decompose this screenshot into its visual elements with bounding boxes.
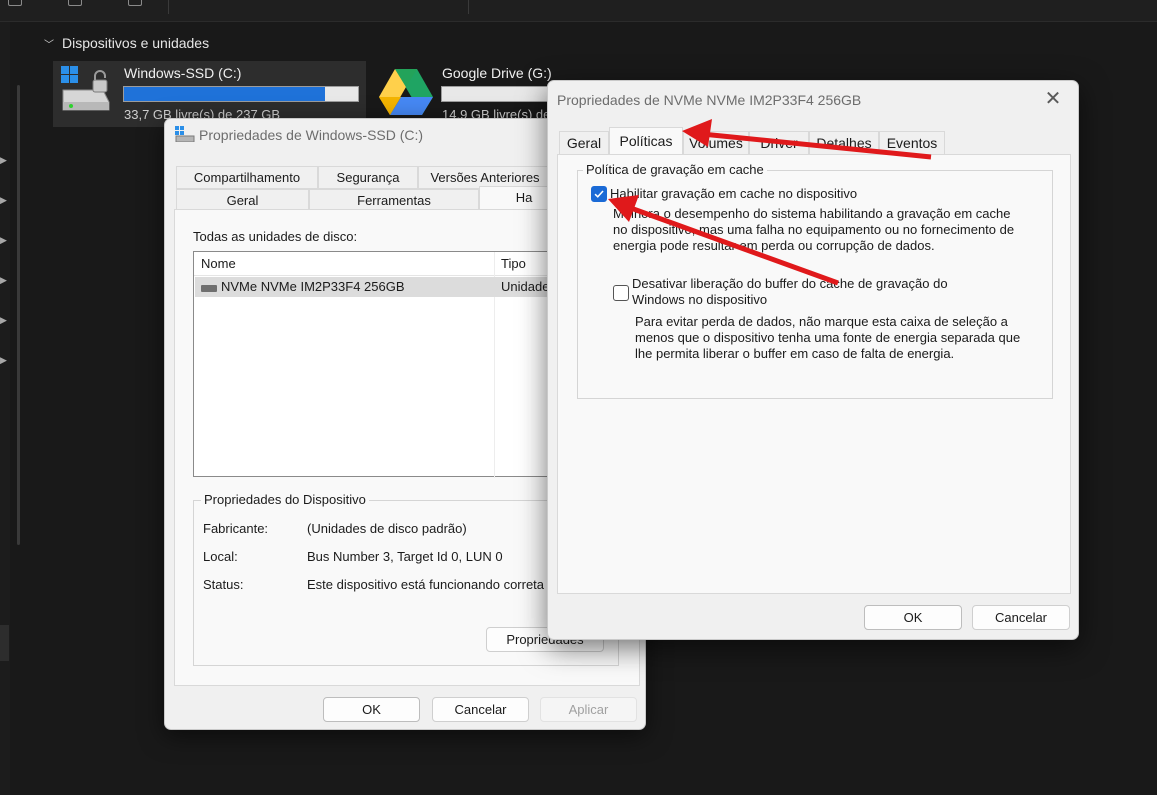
dialog-title: Propriedades de Windows-SSD (C:) xyxy=(199,127,424,143)
enable-write-cache-label[interactable]: Habilitar gravação em cache no dispositi… xyxy=(610,186,857,201)
drive-name: Windows-SSD (C:) xyxy=(124,65,242,81)
apply-button[interactable]: Aplicar xyxy=(540,697,637,722)
tab-seguranca[interactable]: Segurança xyxy=(318,166,418,189)
enable-write-cache-description: Melhora o desempenho do sistema habilita… xyxy=(613,206,1014,254)
description-line: menos que o dispositivo tenha uma fonte … xyxy=(635,330,1021,345)
tab-driver[interactable]: Driver xyxy=(749,131,809,155)
system-drive-icon xyxy=(61,66,110,111)
toolbar-checkbox-icon[interactable] xyxy=(68,0,82,6)
ok-button[interactable]: OK xyxy=(323,697,420,722)
group-title: Política de gravação em cache xyxy=(583,162,767,177)
chevron-right-icon[interactable]: ▶ xyxy=(0,195,7,206)
tab-detalhes[interactable]: Detalhes xyxy=(809,131,879,155)
drive-usage-bar xyxy=(123,86,359,102)
location-key: Local: xyxy=(203,549,238,564)
disk-type: Unidade xyxy=(501,279,550,294)
label-line: Windows no dispositivo xyxy=(632,292,768,307)
cancel-button[interactable]: Cancelar xyxy=(432,697,529,722)
nvme-properties-dialog: Propriedades de NVMe NVMe IM2P33F4 256GB… xyxy=(547,80,1079,640)
column-header-name[interactable]: Nome xyxy=(201,256,236,271)
location-value: Bus Number 3, Target Id 0, LUN 0 xyxy=(307,549,503,564)
nav-selected-item[interactable] xyxy=(0,625,9,661)
drive-usage-fill xyxy=(124,87,326,101)
description-line: Para evitar perda de dados, não marque e… xyxy=(635,314,1008,329)
enable-write-cache-checkbox[interactable] xyxy=(591,186,607,202)
tab-geral[interactable]: Geral xyxy=(559,131,609,155)
chevron-right-icon[interactable]: ▶ xyxy=(0,355,7,366)
chevron-right-icon[interactable]: ▶ xyxy=(0,275,7,286)
manufacturer-key: Fabricante: xyxy=(203,521,269,536)
drive-icon xyxy=(175,126,195,142)
close-icon[interactable]: ✕ xyxy=(1042,88,1064,110)
tab-compartilhamento[interactable]: Compartilhamento xyxy=(176,166,318,189)
description-line: no dispositivo, mas uma falha no equipam… xyxy=(613,222,1015,237)
tab-politicas[interactable]: Políticas xyxy=(609,127,683,155)
disable-buffer-flush-label[interactable]: Desativar liberação do buffer do cache d… xyxy=(632,276,948,308)
toolbar-checkbox-icon[interactable] xyxy=(128,0,142,6)
disable-buffer-flush-checkbox[interactable] xyxy=(613,285,629,301)
explorer-toolbar xyxy=(0,0,1157,22)
label-line: Desativar liberação do buffer do cache d… xyxy=(632,276,948,291)
status-key: Status: xyxy=(203,577,244,592)
tab-eventos[interactable]: Eventos xyxy=(879,131,945,155)
description-line: energia pode resultar em perda ou corrup… xyxy=(613,238,935,253)
description-line: lhe permita liberar o buffer em caso de … xyxy=(635,346,955,361)
chevron-right-icon[interactable]: ▶ xyxy=(0,155,7,166)
tab-page-politicas: Política de gravação em cache Habilitar … xyxy=(557,154,1071,594)
toolbar-icon[interactable] xyxy=(8,0,22,6)
cancel-button[interactable]: Cancelar xyxy=(972,605,1070,630)
checkmark-icon xyxy=(594,190,604,198)
navigation-pane: ▶ ▶ ▶ ▶ ▶ ▶ xyxy=(0,22,10,795)
toolbar-divider xyxy=(468,0,469,14)
description-line: Melhora o desempenho do sistema habilita… xyxy=(613,206,1011,221)
write-cache-policy-group: Política de gravação em cache Habilitar … xyxy=(577,162,1053,399)
all-disks-label: Todas as unidades de disco: xyxy=(193,229,358,244)
column-header-type[interactable]: Tipo xyxy=(501,256,526,271)
section-header[interactable]: ﹀ Dispositivos e unidades xyxy=(44,35,209,51)
section-title: Dispositivos e unidades xyxy=(62,35,210,51)
toolbar-divider xyxy=(168,0,169,14)
chevron-down-icon: ﹀ xyxy=(44,39,54,51)
group-title: Propriedades do Dispositivo xyxy=(201,492,369,507)
list-header: Nome Tipo xyxy=(194,252,552,276)
tab-volumes[interactable]: Volumes xyxy=(683,131,749,155)
chevron-right-icon[interactable]: ▶ xyxy=(0,315,7,326)
drive-name: Google Drive (G:) xyxy=(442,65,552,81)
disk-icon xyxy=(201,285,217,292)
dialog-title: Propriedades de NVMe NVMe IM2P33F4 256GB xyxy=(557,92,862,108)
ok-button[interactable]: OK xyxy=(864,605,962,630)
manufacturer-value: (Unidades de disco padrão) xyxy=(307,521,467,536)
list-item[interactable]: NVMe NVMe IM2P33F4 256GB Unidade xyxy=(195,277,555,297)
disk-name: NVMe NVMe IM2P33F4 256GB xyxy=(221,279,405,294)
disk-list[interactable]: Nome Tipo NVMe NVMe IM2P33F4 256GB Unida… xyxy=(193,251,555,478)
disable-buffer-flush-description: Para evitar perda de dados, não marque e… xyxy=(635,314,1020,362)
google-drive-icon xyxy=(379,69,433,115)
chevron-right-icon[interactable]: ▶ xyxy=(0,235,7,246)
scrollbar[interactable] xyxy=(17,85,20,545)
status-value: Este dispositivo está funcionando corret… xyxy=(307,577,545,592)
